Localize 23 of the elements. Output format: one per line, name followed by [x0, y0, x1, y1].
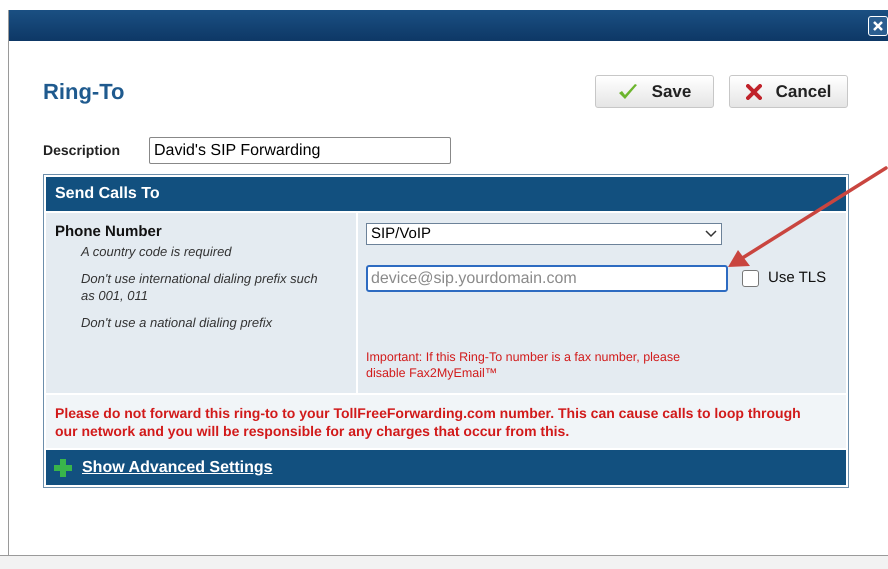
hint-text: Don't use international dialing prefix such as 001, 011 [80, 270, 319, 304]
hint-text: Don't use a national dialing prefix [80, 314, 274, 331]
type-select[interactable]: SIP/VoIP [366, 223, 722, 245]
description-field[interactable]: David's SIP Forwarding [149, 137, 451, 164]
use-tls-label: Use TLS [768, 268, 826, 288]
close-button[interactable] [868, 16, 888, 36]
fax-note: Important: If this Ring-To number is a fax number, please disable Fax2MyEmail™ [366, 349, 682, 381]
plus-icon [54, 458, 72, 476]
description-label: Description [43, 141, 122, 160]
chevron-down-icon [705, 230, 717, 238]
dialog-title: Ring-To [43, 78, 124, 106]
close-icon [873, 21, 883, 31]
forwarding-warning: Please do not forward this ring-to to your TollFreeForwarding.com number. This can cause calls to loop through our network and you will be responsible for any charges that occur from this. [55, 404, 802, 440]
save-button[interactable]: Save [595, 75, 714, 108]
x-icon [746, 84, 762, 100]
use-tls-checkbox[interactable] [742, 270, 759, 287]
panel-heading: Send Calls To [55, 184, 160, 204]
show-advanced-link[interactable]: Show Advanced Settings [82, 456, 273, 480]
phone-number-label: Phone Number [55, 223, 163, 240]
hint-text: A country code is required [80, 243, 233, 260]
sip-address-field[interactable]: device@sip.yourdomain.com [366, 265, 728, 292]
checkmark-icon [618, 82, 638, 100]
cancel-button[interactable]: Cancel [729, 75, 848, 108]
